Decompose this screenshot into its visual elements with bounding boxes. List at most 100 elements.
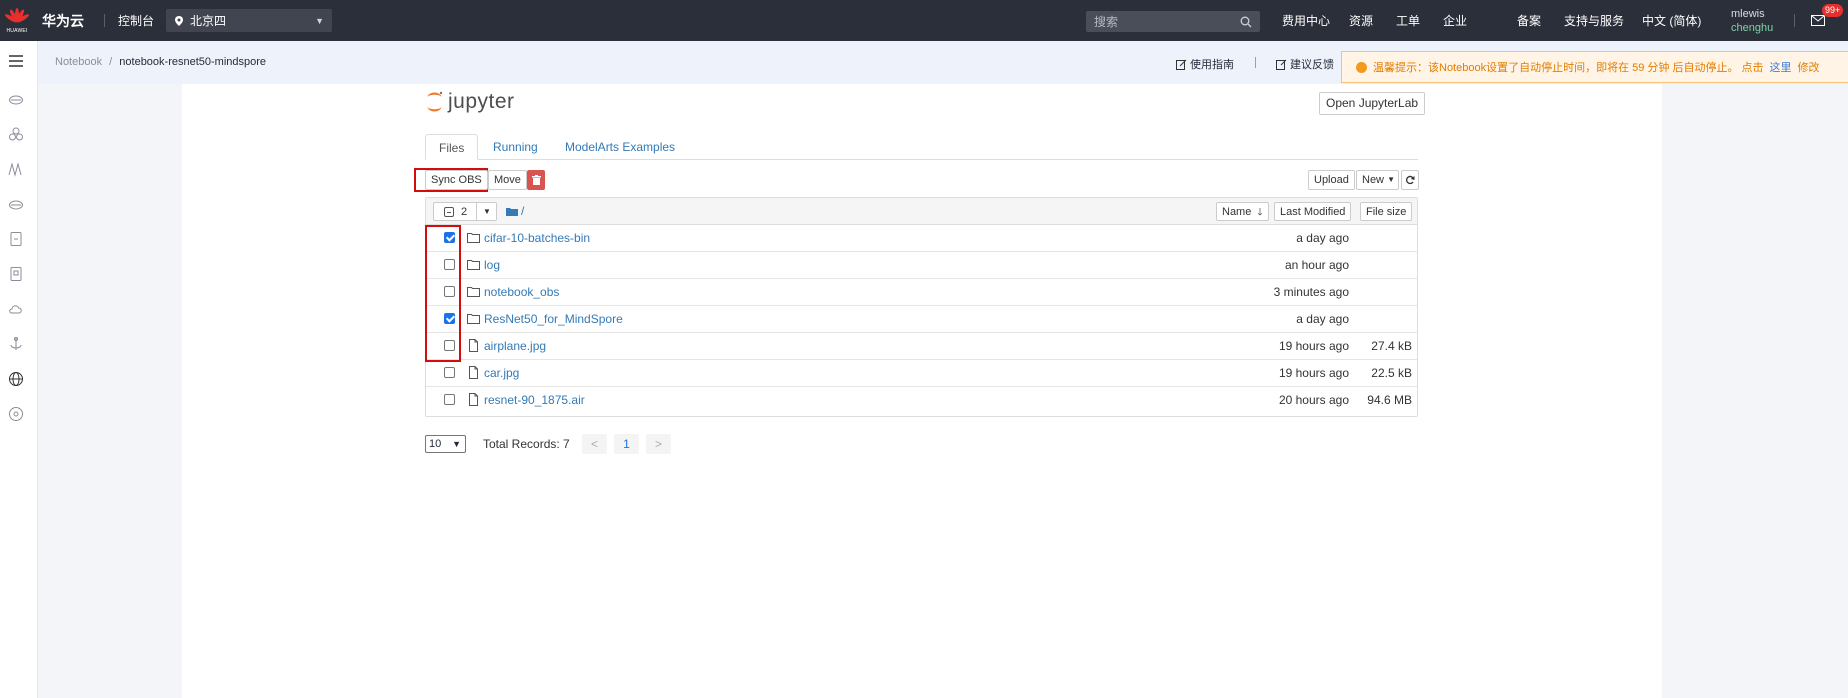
file-modified: a day ago xyxy=(1296,231,1349,245)
next-page-button[interactable]: > xyxy=(646,434,671,454)
file-name-link[interactable]: ResNet50_for_MindSpore xyxy=(484,312,623,326)
folder-filled-icon[interactable] xyxy=(506,207,518,216)
guide-label: 使用指南 xyxy=(1190,59,1234,71)
guide-link[interactable]: 使用指南 xyxy=(1176,56,1234,72)
file-size: 22.5 kB xyxy=(1371,366,1412,380)
caret-down-icon: ▼ xyxy=(483,207,491,216)
file-row[interactable]: resnet-90_1875.air 20 hours ago 94.6 MB xyxy=(426,387,1417,414)
caret-down-icon: ▼ xyxy=(452,439,461,449)
file-name-link[interactable]: cifar-10-batches-bin xyxy=(484,231,590,245)
jupyter-icon xyxy=(427,91,443,112)
breadcrumb-root[interactable]: Notebook xyxy=(55,56,102,68)
page-1-button[interactable]: 1 xyxy=(614,434,639,454)
row-checkbox[interactable] xyxy=(444,394,455,405)
upload-button[interactable]: Upload xyxy=(1308,170,1355,190)
page-size-select[interactable]: 10 ▼ xyxy=(425,435,466,453)
breadcrumb-sep: / xyxy=(109,56,113,68)
file-modified: 3 minutes ago xyxy=(1273,285,1349,299)
document-icon[interactable] xyxy=(8,231,24,247)
sort-size-button[interactable]: File size xyxy=(1360,202,1413,221)
file-name-link[interactable]: notebook_obs xyxy=(484,285,559,299)
delete-button[interactable] xyxy=(527,170,545,190)
file-row[interactable]: log an hour ago xyxy=(426,252,1417,279)
console-link[interactable]: 控制台 xyxy=(118,0,154,41)
tab-running[interactable]: Running xyxy=(480,134,551,160)
file-modified: an hour ago xyxy=(1284,258,1349,272)
feedback-icon xyxy=(1276,59,1287,70)
breadcrumb: Notebook / notebook-resnet50-mindspore xyxy=(55,56,266,68)
cluster-icon[interactable] xyxy=(8,126,24,142)
notice-modify-link[interactable]: 修改 xyxy=(1798,59,1820,75)
row-checkbox[interactable] xyxy=(444,367,455,378)
sort-modified-button[interactable]: Last Modified xyxy=(1274,202,1352,221)
prev-page-button[interactable]: < xyxy=(582,434,607,454)
divider xyxy=(1255,57,1256,68)
nav-icp[interactable]: 备案 xyxy=(1517,0,1541,41)
file-modified: 19 hours ago xyxy=(1278,366,1349,380)
file-row[interactable]: notebook_obs 3 minutes ago xyxy=(426,279,1417,306)
search-icon[interactable] xyxy=(1240,16,1252,28)
file-row[interactable]: ResNet50_for_MindSpore a day ago xyxy=(426,306,1417,333)
nav-tickets[interactable]: 工单 xyxy=(1396,0,1420,41)
folder-icon xyxy=(467,233,480,243)
file-name-link[interactable]: resnet-90_1875.air xyxy=(484,393,585,407)
warning-icon xyxy=(1356,61,1367,73)
feedback-label: 建议反馈 xyxy=(1290,59,1334,71)
file-icon xyxy=(469,366,478,379)
jupyter-logo[interactable]: jupyter xyxy=(425,90,515,114)
workflow-icon[interactable] xyxy=(8,161,24,177)
brand-title[interactable]: 华为云 xyxy=(42,0,84,41)
trash-icon xyxy=(531,175,541,185)
huawei-logo[interactable]: HUAWEI xyxy=(4,0,30,41)
new-label: New xyxy=(1362,174,1385,186)
mail-badge: 99+ xyxy=(1822,4,1844,17)
sync-obs-button[interactable]: Sync OBS xyxy=(425,170,488,190)
feedback-link[interactable]: 建议反馈 xyxy=(1276,56,1334,72)
file-icon xyxy=(469,393,478,406)
nav-language[interactable]: 中文 (简体) xyxy=(1642,0,1701,41)
refresh-button[interactable] xyxy=(1401,170,1419,190)
tab-files[interactable]: Files xyxy=(425,134,479,160)
menu-icon[interactable] xyxy=(8,53,24,69)
nav-support[interactable]: 支持与服务 xyxy=(1564,0,1624,41)
file-name-link[interactable]: airplane.jpg xyxy=(484,339,546,353)
move-button[interactable]: Move xyxy=(488,170,527,190)
nav-enterprise[interactable]: 企业 xyxy=(1443,0,1467,41)
select-all-dropdown[interactable]: 2 ▼ xyxy=(433,202,497,221)
mail-icon xyxy=(1811,15,1825,26)
globe-icon[interactable] xyxy=(8,371,24,387)
file-list: 2 ▼ / Name 🡓 Last Modified File size cif… xyxy=(425,197,1418,417)
open-jupyterlab-button[interactable]: Open JupyterLab xyxy=(1319,92,1426,115)
search-input[interactable]: 搜索 xyxy=(1086,11,1260,32)
sort-name-label: Name xyxy=(1222,206,1252,218)
file-modified: 19 hours ago xyxy=(1278,339,1349,353)
nav-resources[interactable]: 资源 xyxy=(1349,0,1373,41)
deploy-icon[interactable] xyxy=(8,336,24,352)
storage-icon[interactable] xyxy=(8,196,24,212)
divider xyxy=(104,14,105,27)
folder-icon xyxy=(467,260,480,270)
file-row[interactable]: cifar-10-batches-bin a day ago xyxy=(426,225,1417,252)
tab-modelarts-examples[interactable]: ModelArts Examples xyxy=(552,134,688,160)
region-select[interactable]: 北京四 ▼ xyxy=(166,9,332,32)
notice-text: 温馨提示：该Notebook设置了自动停止时间，即将在 59 分钟 后自动停止。… xyxy=(1373,62,1764,74)
arrow-down-icon: 🡓 xyxy=(1257,207,1263,218)
file-modified: 20 hours ago xyxy=(1278,393,1349,407)
file-name-link[interactable]: log xyxy=(484,258,500,272)
sort-name-button[interactable]: Name 🡓 xyxy=(1216,202,1269,221)
chat-icon[interactable] xyxy=(8,406,24,422)
file-row[interactable]: car.jpg 19 hours ago 22.5 kB xyxy=(426,360,1417,387)
current-path[interactable]: / xyxy=(521,204,524,218)
caret-down-icon: ▼ xyxy=(315,15,324,26)
model-icon[interactable] xyxy=(8,266,24,282)
nav-billing[interactable]: 费用中心 xyxy=(1282,0,1330,41)
notice-here-link[interactable]: 这里 xyxy=(1770,59,1792,75)
new-button[interactable]: New ▼ xyxy=(1356,170,1400,190)
file-row[interactable]: airplane.jpg 19 hours ago 27.4 kB xyxy=(426,333,1417,360)
file-name-link[interactable]: car.jpg xyxy=(484,366,519,380)
selected-count: 2 xyxy=(461,206,468,218)
cloud-icon[interactable] xyxy=(8,91,24,107)
cloud-service-icon[interactable] xyxy=(8,301,24,317)
left-rail xyxy=(0,41,38,698)
user-menu[interactable]: mlewis chenghu xyxy=(1731,0,1773,41)
